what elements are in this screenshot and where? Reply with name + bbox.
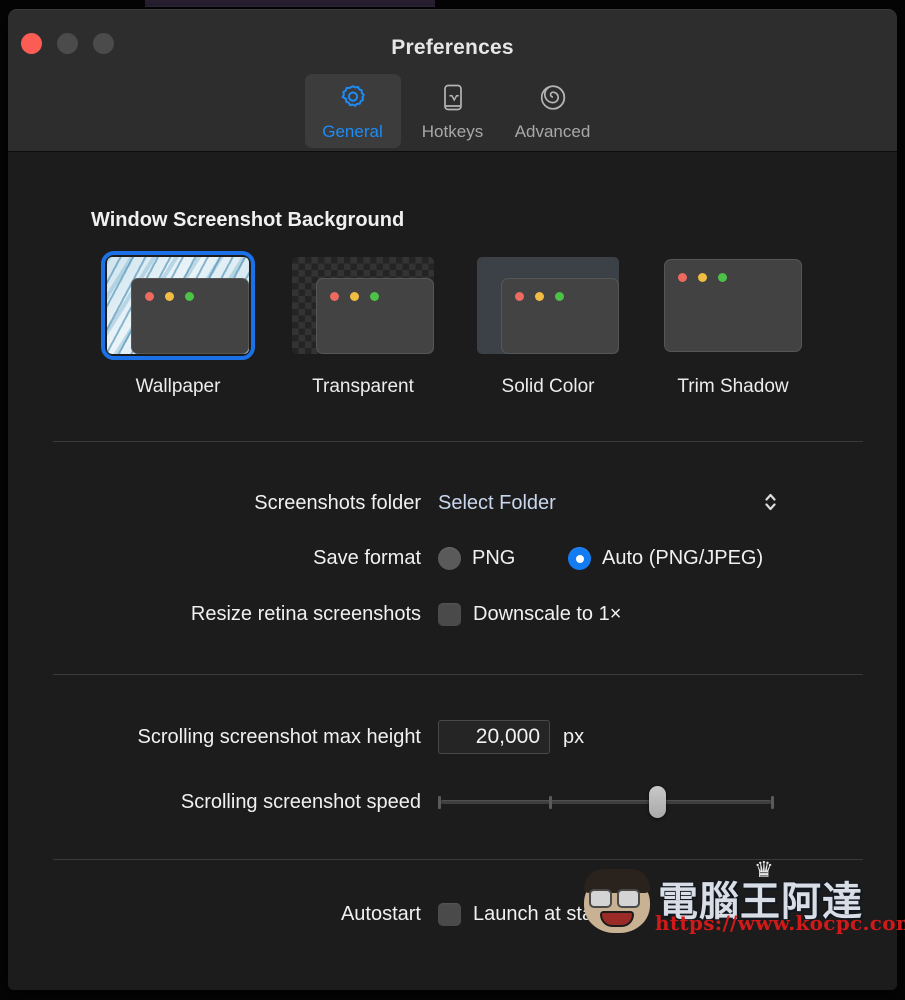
mini-close-dot bbox=[678, 273, 687, 282]
mini-window-preview bbox=[501, 278, 619, 354]
background-option-label: Trim Shadow bbox=[677, 376, 789, 397]
select-folder-popup[interactable]: Select Folder bbox=[438, 490, 778, 517]
autostart-label: Autostart bbox=[340, 903, 421, 925]
solid-color-thumbnail[interactable] bbox=[474, 254, 622, 357]
mini-minimize-dot bbox=[165, 292, 174, 301]
mini-maximize-dot bbox=[185, 292, 194, 301]
background-option-transparent[interactable]: Transparent bbox=[289, 254, 437, 398]
radio-auto-indicator[interactable] bbox=[568, 547, 591, 570]
radio-option-png[interactable]: PNG bbox=[438, 547, 568, 570]
trim-shadow-thumbnail[interactable] bbox=[659, 254, 807, 357]
background-option-solid-color[interactable]: Solid Color bbox=[474, 254, 622, 398]
mini-window-preview bbox=[131, 278, 249, 354]
row-resize-retina: Resize retina screenshots Downscale to 1… bbox=[8, 603, 897, 626]
mini-minimize-dot bbox=[535, 292, 544, 301]
select-folder-value: Select Folder bbox=[438, 491, 556, 514]
slider-track[interactable] bbox=[441, 800, 771, 804]
mini-traffic-lights bbox=[145, 292, 194, 301]
radio-png-label: PNG bbox=[472, 547, 516, 569]
keyboard-icon bbox=[436, 81, 470, 117]
tab-hotkeys-label: Hotkeys bbox=[421, 122, 484, 141]
mini-traffic-lights bbox=[330, 292, 379, 301]
gear-icon bbox=[336, 81, 370, 117]
scroll-speed-control bbox=[438, 785, 774, 819]
mini-maximize-dot bbox=[718, 273, 727, 282]
slider-thumb[interactable] bbox=[649, 786, 666, 818]
mini-minimize-dot bbox=[350, 292, 359, 301]
background-window-strip bbox=[145, 0, 435, 7]
mini-traffic-lights bbox=[515, 292, 564, 301]
background-option-trim-shadow[interactable]: Trim Shadow bbox=[659, 254, 807, 398]
window-title: Preferences bbox=[391, 36, 514, 59]
max-height-control: 20,000 px bbox=[438, 720, 584, 754]
row-autostart: Autostart Launch at startup bbox=[8, 903, 897, 926]
preferences-toolbar: General Hotkeys Advanced bbox=[8, 74, 897, 148]
tab-general[interactable]: General bbox=[304, 74, 401, 148]
background-option-label: Transparent bbox=[312, 376, 414, 397]
max-height-input[interactable]: 20,000 bbox=[438, 720, 550, 754]
row-screenshots-folder: Screenshots folder Select Folder bbox=[8, 490, 897, 517]
screenshots-folder-label: Screenshots folder bbox=[254, 491, 421, 514]
mini-maximize-dot bbox=[370, 292, 379, 301]
preferences-content: Window Screenshot Background Wallpaper T… bbox=[8, 152, 897, 990]
checkbox-launch-indicator[interactable] bbox=[438, 903, 461, 926]
radio-png-indicator[interactable] bbox=[438, 547, 461, 570]
slider-tick-end bbox=[771, 796, 774, 809]
mini-minimize-dot bbox=[698, 273, 707, 282]
row-scroll-speed: Scrolling screenshot speed bbox=[8, 785, 897, 819]
checkbox-downscale[interactable]: Downscale to 1× bbox=[438, 603, 621, 626]
screenshots-folder-control: Select Folder bbox=[438, 490, 778, 517]
resize-retina-control: Downscale to 1× bbox=[438, 603, 621, 626]
checkbox-launch-label: Launch at startup bbox=[473, 903, 628, 925]
background-option-wallpaper[interactable]: Wallpaper bbox=[101, 251, 255, 398]
slider-tick-mid bbox=[549, 796, 552, 809]
slider-tick-start bbox=[438, 796, 441, 809]
preferences-window: Preferences General Hotkeys Advanced Win… bbox=[8, 9, 897, 990]
wallpaper-thumbnail[interactable] bbox=[101, 251, 255, 360]
background-option-label: Solid Color bbox=[501, 376, 595, 397]
max-height-unit: px bbox=[563, 725, 585, 748]
save-format-radio-group: PNG Auto (PNG/JPEG) bbox=[438, 547, 763, 570]
mini-close-dot bbox=[145, 292, 154, 301]
mini-close-dot bbox=[515, 292, 524, 301]
row-save-format: Save format PNG Auto (PNG/JPEG) bbox=[8, 547, 897, 570]
mini-maximize-dot bbox=[555, 292, 564, 301]
autostart-control: Launch at startup bbox=[438, 903, 628, 926]
transparent-thumbnail[interactable] bbox=[289, 254, 437, 357]
checkbox-launch-at-startup[interactable]: Launch at startup bbox=[438, 903, 628, 926]
resize-retina-label: Resize retina screenshots bbox=[190, 603, 421, 625]
tab-advanced[interactable]: Advanced bbox=[505, 74, 601, 148]
window-titlebar: Preferences General Hotkeys Advanced bbox=[8, 10, 897, 152]
scroll-speed-slider[interactable] bbox=[438, 785, 774, 819]
max-height-label: Scrolling screenshot max height bbox=[137, 725, 421, 748]
chevron-updown-icon bbox=[763, 490, 778, 517]
save-format-label: Save format bbox=[313, 547, 421, 569]
checkbox-downscale-indicator[interactable] bbox=[438, 603, 461, 626]
tab-hotkeys[interactable]: Hotkeys bbox=[405, 74, 501, 148]
background-section-title: Window Screenshot Background bbox=[91, 209, 405, 231]
mini-window-preview bbox=[664, 259, 802, 352]
row-max-height: Scrolling screenshot max height 20,000 p… bbox=[8, 720, 897, 754]
spiral-icon bbox=[536, 81, 570, 117]
mini-close-dot bbox=[330, 292, 339, 301]
background-options-group: Wallpaper Transparent Solid Color Trim S… bbox=[101, 251, 807, 398]
tab-general-label: General bbox=[322, 122, 383, 141]
section-divider bbox=[53, 441, 863, 442]
mini-traffic-lights bbox=[678, 273, 727, 282]
radio-auto-label: Auto (PNG/JPEG) bbox=[602, 547, 764, 569]
mini-window-preview bbox=[316, 278, 434, 354]
section-divider bbox=[53, 674, 863, 675]
scroll-speed-label: Scrolling screenshot speed bbox=[180, 790, 421, 813]
radio-option-auto[interactable]: Auto (PNG/JPEG) bbox=[568, 547, 763, 570]
section-divider bbox=[53, 859, 863, 860]
tab-advanced-label: Advanced bbox=[514, 122, 591, 141]
checkbox-downscale-label: Downscale to 1× bbox=[473, 603, 622, 625]
background-option-label: Wallpaper bbox=[135, 376, 221, 397]
